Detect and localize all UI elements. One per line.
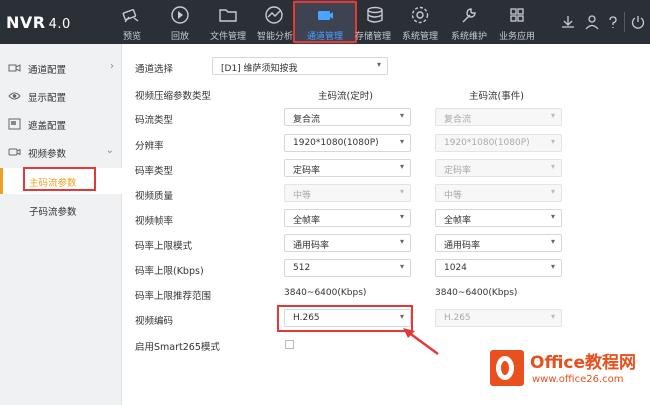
user-icon[interactable] xyxy=(584,14,600,30)
nav-preview[interactable]: 预览 xyxy=(110,0,154,44)
channel-select[interactable]: [D1] 维萨须知按我 ▾ xyxy=(212,57,388,75)
mask-icon xyxy=(8,118,21,130)
sidebar-item-video-params[interactable]: 视频参数 ⌄ xyxy=(0,138,122,166)
video-codec-select-event: H.265 ▾ xyxy=(435,309,562,327)
sidebar-item-display-config[interactable]: 显示配置 xyxy=(0,82,122,110)
codec-highlight-box xyxy=(277,305,413,332)
folder-icon xyxy=(218,5,238,25)
annotation-arrow xyxy=(403,328,439,356)
smart265-checkbox[interactable] xyxy=(285,340,294,349)
eye-icon xyxy=(8,90,21,102)
row-label-resolution: 分辨率 xyxy=(135,141,164,152)
bitrate-range-event: 3840~6400(Kbps) xyxy=(435,288,518,298)
sidebar-highlight-box xyxy=(23,167,96,191)
watermark: Office教程网 www.office26.com xyxy=(478,344,648,402)
help-icon[interactable] xyxy=(605,14,621,30)
row-label-video-quality: 视频质量 xyxy=(135,191,174,202)
bitrate-type-select-event: 定码率 ▾ xyxy=(435,159,562,177)
resolution-select-event: 1920*1080(1080P) ▾ xyxy=(435,134,562,152)
playback-icon xyxy=(170,5,190,25)
stream-type-select-main[interactable]: 复合流 ▾ xyxy=(284,108,411,126)
stream-type-select-event: 复合流 ▾ xyxy=(435,108,562,126)
gear-icon xyxy=(410,5,430,25)
nav-business-apps[interactable]: 业务应用 xyxy=(494,0,540,44)
row-label-video-codec: 视频编码 xyxy=(135,316,174,327)
office-logo-icon xyxy=(490,350,524,386)
divider xyxy=(624,12,625,32)
bitrate-type-select-main[interactable]: 定码率 ▾ xyxy=(284,159,411,177)
nav-system-management[interactable]: 系统管理 xyxy=(398,0,442,44)
frame-rate-select-main[interactable]: 全帧率 ▾ xyxy=(284,209,411,227)
frame-rate-select-event[interactable]: 全帧率 ▾ xyxy=(435,209,562,227)
nav-system-maintenance[interactable]: 系统维护 xyxy=(446,0,492,44)
storage-icon xyxy=(365,5,385,25)
row-label-bitrate-limit: 码率上限(Kbps) xyxy=(135,266,204,277)
video-icon xyxy=(8,146,21,158)
nav-highlight-box xyxy=(293,1,357,43)
sidebar-subitem-sub-stream[interactable]: 子码流参数 xyxy=(0,197,122,223)
nav-file-management[interactable]: 文件管理 xyxy=(205,0,251,44)
column-header-main-event: 主码流(事件) xyxy=(469,91,524,102)
download-icon[interactable] xyxy=(560,14,576,30)
sidebar-item-mask-config[interactable]: 遮盖配置 xyxy=(0,110,122,138)
bitrate-limit-select-main[interactable]: 512 ▾ xyxy=(284,259,411,277)
channel-config-icon xyxy=(8,62,21,74)
nav-playback[interactable]: 回放 xyxy=(158,0,202,44)
bitrate-range-main: 3840~6400(Kbps) xyxy=(284,288,367,298)
apps-icon xyxy=(507,5,527,25)
row-label-smart265: 启用Smart265模式 xyxy=(135,342,220,353)
chevron-down-icon: ⌄ xyxy=(105,145,114,156)
param-type-label: 视频压缩参数类型 xyxy=(135,91,212,102)
sidebar-item-channel-config[interactable]: 通道配置 › xyxy=(0,54,122,82)
caret-down-icon: ▾ xyxy=(376,60,381,69)
top-navigation-bar: NVR 4.0 预览 回放 文件管理 智能分析 通道管理 存储管理 系统管理 系… xyxy=(0,0,650,44)
app-logo: NVR 4.0 xyxy=(6,13,71,32)
power-icon[interactable] xyxy=(630,14,646,30)
video-quality-select-event: 中等 ▾ xyxy=(435,184,562,202)
camera-icon xyxy=(122,5,142,25)
row-label-bitrate-limit-mode: 码率上限模式 xyxy=(135,241,193,252)
row-label-stream-type: 码流类型 xyxy=(135,115,174,126)
chevron-right-icon: › xyxy=(110,61,114,72)
row-label-frame-rate: 视频帧率 xyxy=(135,216,174,227)
analytics-icon xyxy=(264,5,284,25)
wrench-icon xyxy=(459,5,479,25)
bitrate-limit-select-event[interactable]: 1024 ▾ xyxy=(435,259,562,277)
column-header-main-timed: 主码流(定时) xyxy=(318,91,373,102)
row-label-bitrate-range: 码率上限推荐范围 xyxy=(135,291,212,302)
channel-select-label: 通道选择 xyxy=(135,64,174,75)
bitrate-limit-mode-select-main[interactable]: 通用码率 ▾ xyxy=(284,234,411,252)
nav-storage-management[interactable]: 存储管理 xyxy=(355,0,393,44)
nav-smart-analysis[interactable]: 智能分析 xyxy=(254,0,294,44)
bitrate-limit-mode-select-event[interactable]: 通用码率 ▾ xyxy=(435,234,562,252)
video-quality-select-main: 中等 ▾ xyxy=(284,184,411,202)
row-label-bitrate-type: 码率类型 xyxy=(135,166,174,177)
resolution-select-main[interactable]: 1920*1080(1080P) ▾ xyxy=(284,134,411,152)
